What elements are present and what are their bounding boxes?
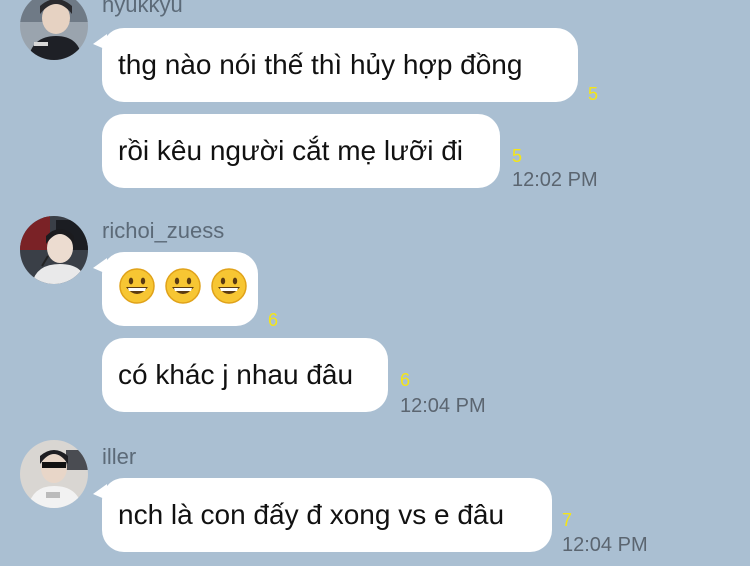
message-bubble[interactable] [93, 252, 258, 326]
unread-count: 6 [268, 310, 279, 330]
message-text: có khác j nhau đâu [118, 359, 354, 390]
avatar-richoi-zuess[interactable] [20, 216, 88, 284]
sender-name: iller [102, 444, 137, 469]
timestamp: 12:04 PM [562, 534, 648, 556]
unread-count: 6 [400, 370, 411, 390]
message-bubble[interactable]: thg nào nói thế thì hủy hợp đồng [93, 28, 578, 102]
user-photo-icon [20, 0, 88, 60]
grinning-face-emoji-icon [164, 267, 202, 312]
message-bubble[interactable]: có khác j nhau đâu [102, 338, 388, 412]
message-bubble[interactable]: rồi kêu người cắt mẹ lưỡi đi [102, 114, 500, 188]
sender-name: richoi_zuess [102, 218, 225, 243]
unread-count: 7 [562, 510, 573, 530]
unread-count: 5 [512, 146, 523, 166]
message-text: nch là con đấy đ xong vs e đâu [118, 499, 505, 530]
grinning-face-emoji-icon [210, 267, 248, 312]
user-photo-icon [20, 440, 88, 508]
message-text: rồi kêu người cắt mẹ lưỡi đi [118, 135, 463, 166]
unread-count: 5 [588, 84, 599, 104]
user-photo-icon [20, 216, 88, 284]
sender-name: hyukkyu [102, 0, 183, 17]
timestamp: 12:02 PM [512, 169, 598, 191]
message-text: thg nào nói thế thì hủy hợp đồng [118, 49, 523, 80]
message-bubble[interactable]: nch là con đấy đ xong vs e đâu [93, 478, 552, 552]
avatar-hyukkyu[interactable] [20, 0, 88, 60]
avatar-iller[interactable] [20, 440, 88, 508]
timestamp: 12:04 PM [400, 395, 486, 417]
grinning-face-emoji-icon [118, 267, 156, 312]
